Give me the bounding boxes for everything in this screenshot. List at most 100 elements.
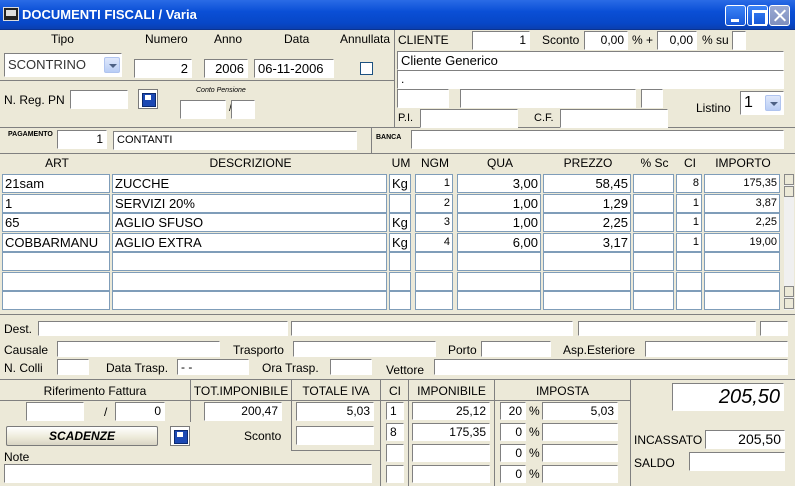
vettore-field[interactable] — [434, 359, 788, 375]
cell-um[interactable] — [389, 252, 411, 271]
cell-prezzo[interactable] — [543, 252, 631, 271]
cell-prezzo[interactable]: 2,25 — [543, 213, 631, 232]
pagamento-desc-field[interactable]: CONTANTI — [113, 131, 357, 150]
cell-art[interactable] — [2, 252, 110, 271]
listino-chevron-icon[interactable] — [765, 95, 781, 111]
cell-qua[interactable] — [457, 252, 541, 271]
scadenze-calculator-icon[interactable] — [170, 426, 190, 446]
cell-ci[interactable] — [676, 252, 702, 271]
cell-sc[interactable] — [633, 213, 674, 232]
cell-importo[interactable] — [704, 291, 780, 310]
cell-ngm[interactable]: 2 — [415, 194, 453, 213]
cell-importo[interactable]: 2,25 — [704, 213, 780, 232]
cell-um[interactable]: Kg — [389, 213, 411, 232]
minimize-button[interactable] — [725, 5, 746, 26]
conto-pensione-field-1[interactable] — [180, 100, 226, 119]
cell-prezzo[interactable]: 3,17 — [543, 233, 631, 252]
cell-art[interactable]: COBBARMANU — [2, 233, 110, 252]
note-field[interactable] — [4, 464, 372, 483]
cliente-name-field[interactable]: Cliente Generico — [397, 51, 784, 70]
maximize-button[interactable] — [747, 5, 768, 26]
cell-art[interactable]: 65 — [2, 213, 110, 232]
cell-art[interactable] — [2, 272, 110, 291]
cell-ngm[interactable]: 1 — [415, 174, 453, 193]
cell-um[interactable] — [389, 272, 411, 291]
cell-qua[interactable] — [457, 291, 541, 310]
cell-ngm[interactable] — [415, 252, 453, 271]
cell-ngm[interactable]: 4 — [415, 233, 453, 252]
chevron-down-icon[interactable] — [104, 57, 120, 73]
pagamento-code-field[interactable]: 1 — [57, 130, 107, 149]
scroll-up-fast-icon[interactable] — [784, 186, 794, 197]
cell-sc[interactable] — [633, 233, 674, 252]
cell-desc[interactable]: SERVIZI 20% — [112, 194, 387, 213]
cell-importo[interactable]: 175,35 — [704, 174, 780, 193]
cell-desc[interactable]: AGLIO EXTRA — [112, 233, 387, 252]
cliente-city-field[interactable] — [460, 89, 636, 108]
cell-qua[interactable]: 3,00 — [457, 174, 541, 193]
calculator-icon[interactable] — [138, 89, 158, 109]
cell-art[interactable]: 21sam — [2, 174, 110, 193]
cell-desc[interactable] — [112, 291, 387, 310]
cell-importo[interactable] — [704, 272, 780, 291]
scroll-down-icon[interactable] — [784, 298, 794, 309]
rif-fattura-num-field[interactable] — [26, 402, 84, 421]
cell-prezzo[interactable] — [543, 272, 631, 291]
pct-su-field[interactable] — [732, 31, 746, 50]
dest-field-3[interactable] — [578, 321, 756, 336]
scadenze-button[interactable]: SCADENZE — [6, 426, 158, 446]
cell-desc[interactable]: AGLIO SFUSO — [112, 213, 387, 232]
cell-ci[interactable] — [676, 291, 702, 310]
sconto2-field[interactable]: 0,00 — [657, 31, 697, 50]
cliente-code-field[interactable]: 1 — [472, 31, 530, 50]
cell-prezzo[interactable]: 1,29 — [543, 194, 631, 213]
close-button[interactable] — [769, 5, 790, 26]
cliente-cap-field[interactable] — [397, 89, 449, 108]
cf-field[interactable] — [560, 109, 668, 128]
cell-qua[interactable]: 1,00 — [457, 194, 541, 213]
cell-ngm[interactable]: 3 — [415, 213, 453, 232]
table-scrollbar[interactable] — [784, 174, 794, 310]
cell-um[interactable]: Kg — [389, 233, 411, 252]
cell-um[interactable] — [389, 291, 411, 310]
cell-ci[interactable]: 1 — [676, 233, 702, 252]
sconto-total-field[interactable] — [296, 426, 374, 445]
cell-um[interactable]: Kg — [389, 174, 411, 193]
cell-ci[interactable] — [676, 272, 702, 291]
cell-ci[interactable]: 8 — [676, 174, 702, 193]
cell-sc[interactable] — [633, 272, 674, 291]
nreg-field[interactable] — [70, 90, 128, 109]
banca-field[interactable] — [411, 130, 784, 149]
cell-sc[interactable] — [633, 252, 674, 271]
cell-art[interactable] — [2, 291, 110, 310]
dest-field-2[interactable] — [291, 321, 573, 336]
cell-ngm[interactable] — [415, 272, 453, 291]
porto-field[interactable] — [481, 341, 551, 357]
conto-pensione-field-2[interactable] — [231, 100, 255, 119]
cell-ci[interactable]: 1 — [676, 194, 702, 213]
cell-prezzo[interactable]: 58,45 — [543, 174, 631, 193]
annullata-checkbox[interactable] — [360, 62, 373, 75]
cell-qua[interactable] — [457, 272, 541, 291]
data-trasp-field[interactable]: - - — [177, 359, 249, 375]
cell-prezzo[interactable] — [543, 291, 631, 310]
cell-sc[interactable] — [633, 291, 674, 310]
piva-field[interactable] — [420, 109, 518, 128]
ncolli-field[interactable] — [57, 359, 89, 375]
cell-art[interactable]: 1 — [2, 194, 110, 213]
cell-desc[interactable] — [112, 252, 387, 271]
dest-field-1[interactable] — [38, 321, 288, 336]
cliente-prov-field[interactable] — [641, 89, 663, 108]
cell-sc[interactable] — [633, 174, 674, 193]
cell-importo[interactable] — [704, 252, 780, 271]
incassato-field[interactable]: 205,50 — [705, 430, 785, 449]
cell-desc[interactable] — [112, 272, 387, 291]
scroll-down-fast-icon[interactable] — [784, 286, 794, 297]
rif-fattura-field[interactable]: 0 — [115, 402, 165, 421]
dest-field-4[interactable] — [760, 321, 788, 336]
cell-qua[interactable]: 1,00 — [457, 213, 541, 232]
cliente-address-field[interactable]: . — [397, 70, 784, 89]
cell-qua[interactable]: 6,00 — [457, 233, 541, 252]
sconto1-field[interactable]: 0,00 — [584, 31, 628, 50]
scroll-up-icon[interactable] — [784, 174, 794, 185]
